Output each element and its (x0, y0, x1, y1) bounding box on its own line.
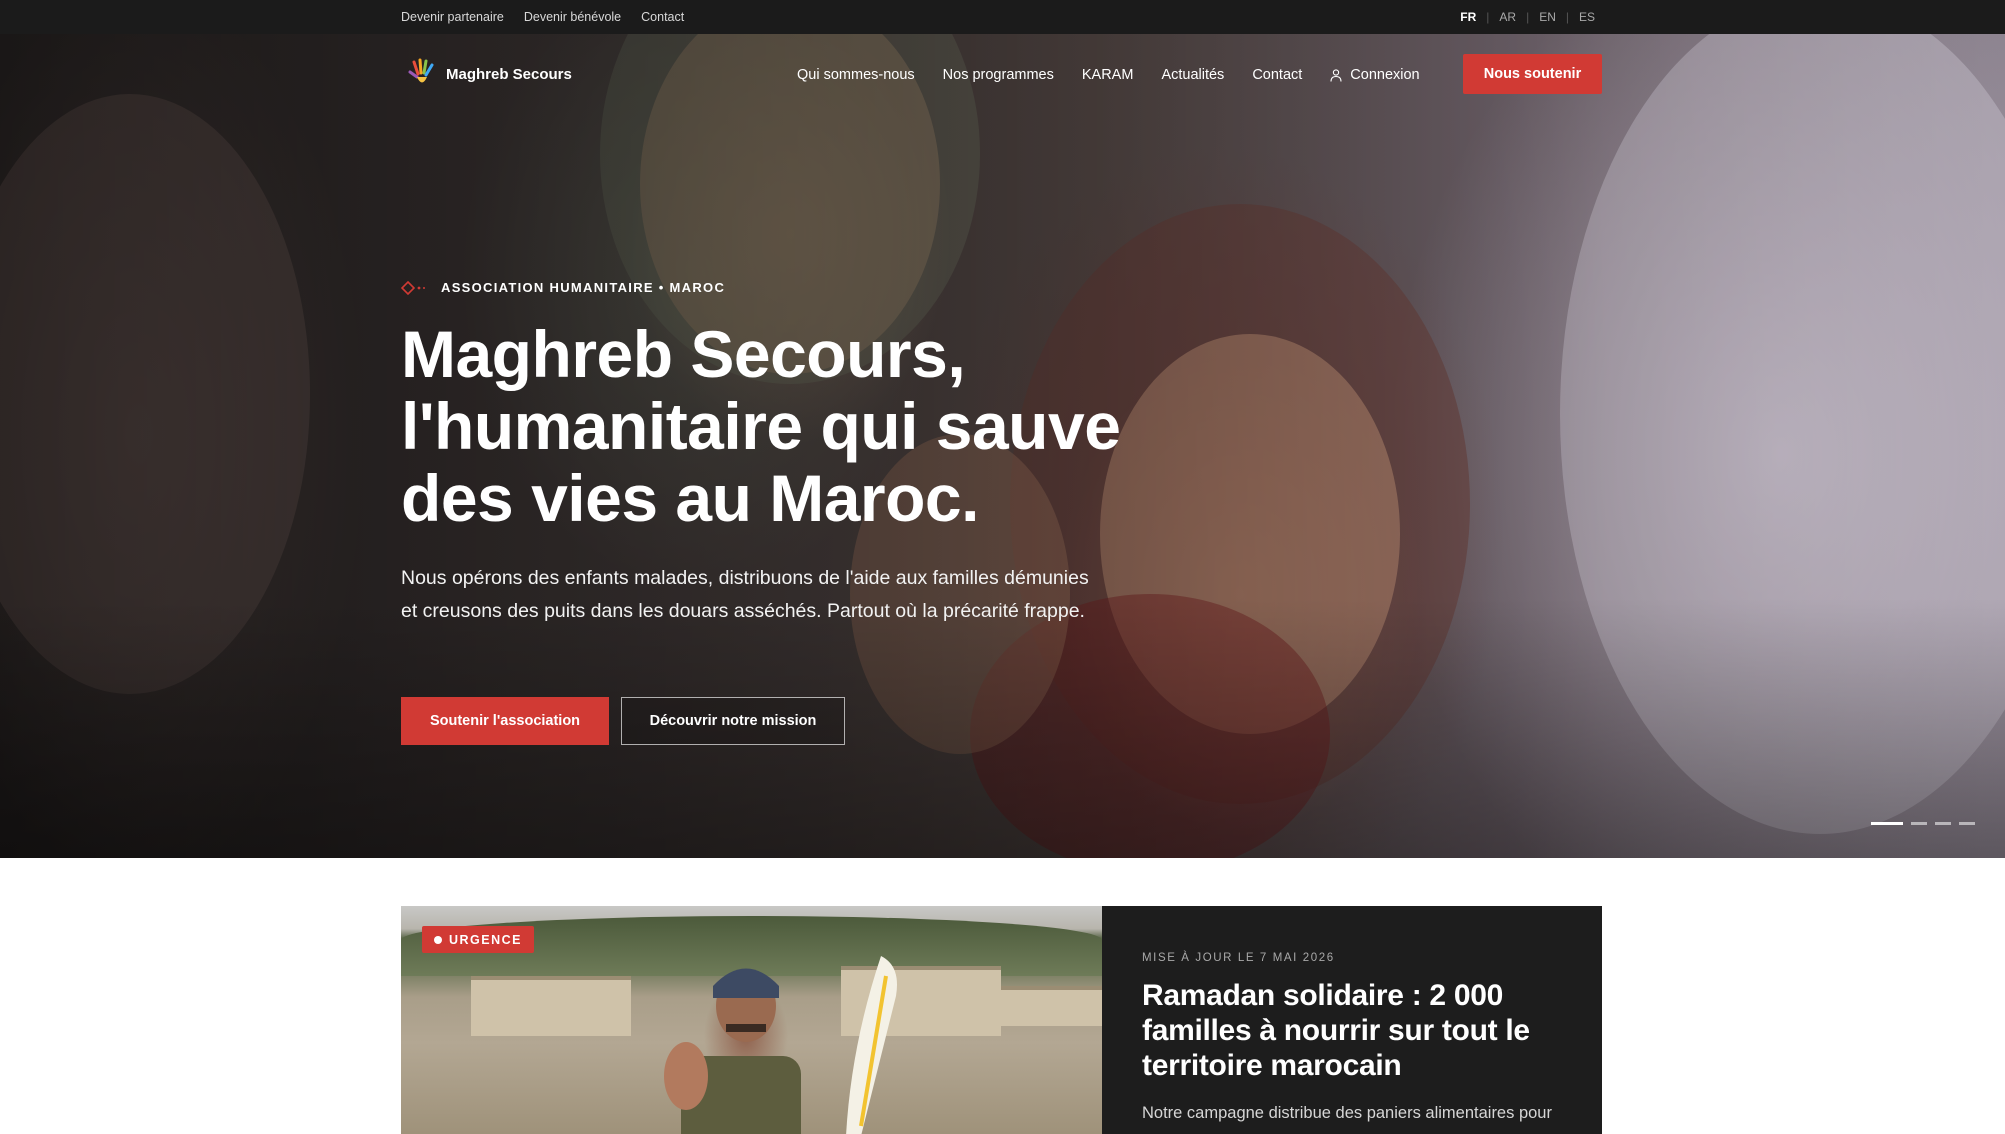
lang-es[interactable]: ES (1579, 10, 1595, 24)
hero-kicker-text: ASSOCIATION HUMANITAIRE • MAROC (441, 280, 726, 295)
hand-logo-icon (408, 58, 434, 83)
nav-contact[interactable]: Contact (1252, 67, 1302, 83)
lang-separator: | (1565, 10, 1569, 24)
photo-building (471, 976, 631, 1036)
decouvrir-mission-button[interactable]: Découvrir notre mission (621, 697, 845, 745)
photo-person (664, 968, 801, 1134)
nav-qui-sommes-nous[interactable]: Qui sommes-nous (797, 67, 915, 83)
nous-soutenir-button[interactable]: Nous soutenir (1463, 54, 1602, 94)
lang-separator: | (1486, 10, 1490, 24)
featured-card[interactable]: MISE À JOUR LE 7 MAI 2026 Ramadan solida… (1102, 906, 1602, 1134)
featured-description: Notre campagne distribue des paniers ali… (1142, 1104, 1552, 1122)
hero-lead: Nous opérons des enfants malades, distri… (401, 567, 1089, 622)
link-contact-top[interactable]: Contact (641, 10, 684, 24)
slide-dot-2[interactable] (1911, 822, 1927, 825)
brand-logo[interactable]: Maghreb Secours (408, 58, 572, 90)
diamond-icon (401, 280, 425, 295)
photo-banner-flag (846, 956, 897, 1134)
featured-meta: MISE À JOUR LE 7 MAI 2026 (1142, 952, 1335, 964)
slide-dot-3[interactable] (1935, 822, 1951, 825)
hero-kicker: ASSOCIATION HUMANITAIRE • MAROC (401, 280, 725, 295)
lang-ar[interactable]: AR (1499, 10, 1516, 24)
hero-bottom-overlay (0, 598, 2005, 858)
slide-dot-4[interactable] (1959, 822, 1975, 825)
nav-nos-programmes[interactable]: Nos programmes (943, 67, 1054, 83)
link-devenir-partenaire[interactable]: Devenir partenaire (401, 10, 504, 24)
lang-fr[interactable]: FR (1460, 10, 1476, 24)
lang-en[interactable]: EN (1539, 10, 1556, 24)
photo-building (1001, 986, 1102, 1026)
dot-icon (434, 935, 442, 944)
nav-connexion[interactable]: Connexion (1330, 67, 1420, 83)
brand-name: Maghreb Secours (446, 65, 572, 83)
top-utility-bar: Devenir partenaire Devenir bénévole Cont… (0, 0, 2005, 34)
hero-title-line-3: des vies au Maroc. (401, 461, 979, 535)
nav-connexion-label: Connexion (1350, 67, 1420, 83)
hero-title-line-1: Maghreb Secours, (401, 317, 966, 391)
hero-title: Maghreb Secours, l'humanitaire qui sauve… (401, 318, 1161, 534)
main-header: Maghreb Secours Qui sommes-nous Nos prog… (0, 34, 2005, 116)
urgence-badge: URGENCE (422, 926, 535, 953)
slide-dot-1[interactable] (1871, 822, 1903, 825)
urgence-badge-label: URGENCE (449, 932, 523, 947)
hero-title-line-2: l'humanitaire qui sauve (401, 389, 1121, 463)
language-switcher: FR | AR | EN | ES (1460, 0, 1595, 34)
nav-karam[interactable]: KARAM (1082, 67, 1134, 83)
primary-nav: Qui sommes-nous Nos programmes KARAM Act… (797, 34, 1420, 116)
slider-pagination (1871, 822, 1975, 825)
featured-title[interactable]: Ramadan solidaire : 2 000 familles à nou… (1142, 978, 1572, 1083)
utility-links: Devenir partenaire Devenir bénévole Cont… (401, 0, 684, 34)
link-devenir-benevole[interactable]: Devenir bénévole (524, 10, 621, 24)
soutenir-association-button[interactable]: Soutenir l'association (401, 697, 609, 745)
user-icon (1330, 68, 1342, 82)
nav-actualites[interactable]: Actualités (1161, 67, 1224, 83)
lang-separator: | (1526, 10, 1530, 24)
